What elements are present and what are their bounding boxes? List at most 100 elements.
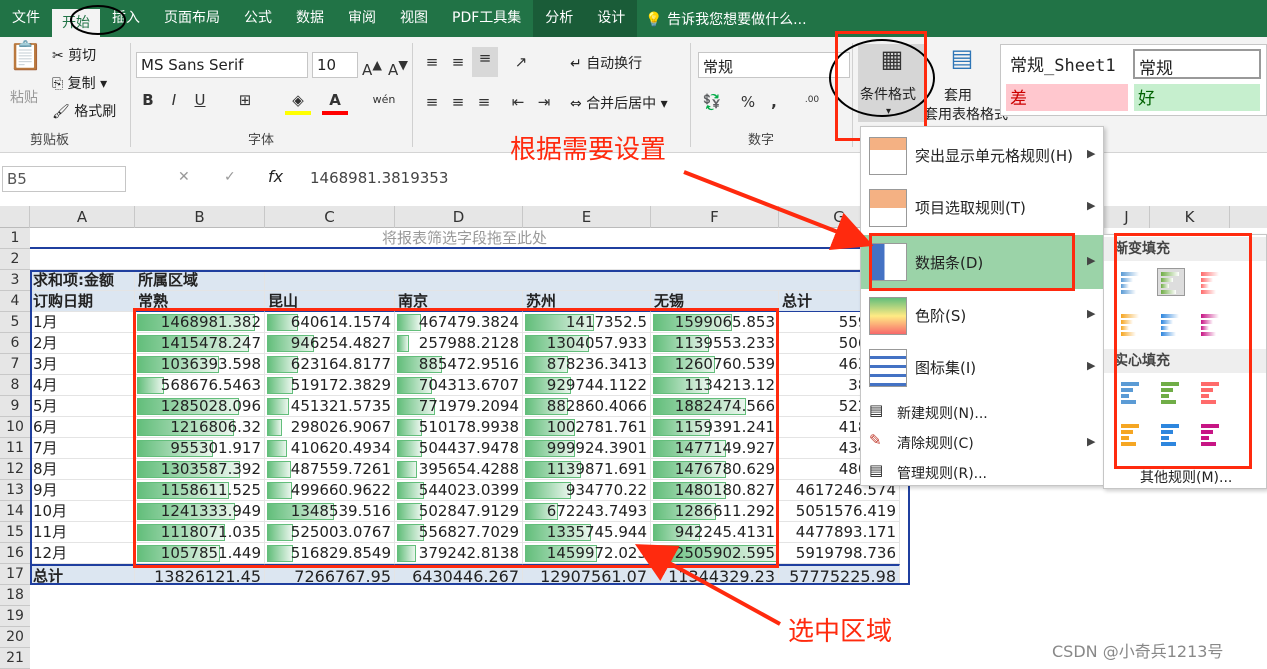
tab-data[interactable]: 数据	[284, 0, 336, 37]
col-header-j[interactable]: J	[1104, 206, 1150, 228]
data-cell[interactable]: 4477893.171	[779, 522, 900, 543]
borders-icon[interactable]: ⊞	[232, 89, 258, 111]
align-right-icon[interactable]: ≡	[474, 91, 494, 113]
row-header[interactable]: 18	[0, 585, 30, 606]
more-rules-link[interactable]: 其他规则(M)...	[1140, 467, 1232, 487]
align-top-icon[interactable]: ≡	[422, 51, 442, 73]
row-header[interactable]: 16	[0, 543, 30, 564]
row-header[interactable]: 17	[0, 564, 30, 585]
tab-analyze[interactable]: 分析	[533, 0, 586, 37]
menu-item-highlight-rules[interactable]: 突出显示单元格规则(H) ▶	[861, 131, 1103, 181]
wrap-text-button[interactable]: ↵ 自动换行	[570, 53, 642, 73]
total-cell[interactable]: 57775225.98	[779, 564, 900, 585]
orientation-icon[interactable]: ↗	[508, 51, 534, 73]
month-label[interactable]: 5月	[30, 396, 135, 417]
tab-design[interactable]: 设计	[585, 0, 638, 37]
align-middle-icon[interactable]: ≡	[448, 51, 468, 73]
row-header[interactable]: 20	[0, 627, 30, 648]
total-label[interactable]: 总计	[30, 564, 135, 585]
style-good[interactable]: 好	[1134, 84, 1260, 111]
align-center-icon[interactable]: ≡	[448, 91, 468, 113]
font-size-select[interactable]: 10	[312, 52, 358, 78]
month-label[interactable]: 6月	[30, 417, 135, 438]
col-header-c[interactable]: C	[265, 206, 395, 228]
month-label[interactable]: 12月	[30, 543, 135, 564]
month-label[interactable]: 11月	[30, 522, 135, 543]
comma-icon[interactable]: ,	[764, 91, 784, 113]
month-label[interactable]: 10月	[30, 501, 135, 522]
fill-color-icon[interactable]: ◈	[285, 89, 311, 115]
increase-indent-icon[interactable]: ⇥	[534, 91, 554, 113]
font-color-icon[interactable]: A	[322, 89, 348, 115]
row-header[interactable]: 9	[0, 396, 30, 417]
style-normal-sheet1[interactable]: 常规_Sheet1	[1010, 51, 1116, 76]
tab-review[interactable]: 审阅	[336, 0, 388, 37]
row-header[interactable]: 12	[0, 459, 30, 480]
percent-icon[interactable]: %	[738, 91, 758, 113]
select-all[interactable]	[0, 206, 30, 228]
row-header[interactable]: 2	[0, 249, 30, 270]
function-icon[interactable]: fx	[268, 167, 283, 186]
row-header[interactable]: 8	[0, 375, 30, 396]
empty-row[interactable]	[30, 249, 900, 270]
cancel-icon[interactable]: ✕	[178, 169, 190, 185]
menu-item-new-rule[interactable]: ▤ 新建规则(N)...	[861, 399, 1103, 425]
pivot-date-label[interactable]: 订购日期	[30, 291, 135, 312]
tab-pdf-tools[interactable]: PDF工具集	[440, 0, 533, 37]
pivot-sum-label[interactable]: 求和项:金额	[30, 270, 135, 291]
row-header[interactable]: 19	[0, 606, 30, 627]
enter-icon[interactable]: ✓	[224, 169, 236, 185]
copy-button[interactable]: ⎘ 复制 ▾	[52, 73, 107, 93]
row-header[interactable]: 7	[0, 354, 30, 375]
col-header-e[interactable]: E	[523, 206, 651, 228]
row-header[interactable]: 21	[0, 648, 30, 669]
increase-decimal-icon[interactable]: .00	[800, 89, 824, 111]
tab-formulas[interactable]: 公式	[232, 0, 284, 37]
col-header-d[interactable]: D	[395, 206, 523, 228]
tab-view[interactable]: 视图	[388, 0, 440, 37]
col-header-b[interactable]: B	[135, 206, 265, 228]
row-header[interactable]: 5	[0, 312, 30, 333]
month-label[interactable]: 1月	[30, 312, 135, 333]
bold-icon[interactable]: B	[140, 89, 156, 111]
merge-center-button[interactable]: ⇔ 合并后居中 ▾	[570, 93, 668, 113]
row-header[interactable]: 15	[0, 522, 30, 543]
month-label[interactable]: 4月	[30, 375, 135, 396]
menu-item-top-bottom[interactable]: 项目选取规则(T) ▶	[861, 183, 1103, 233]
menu-item-manage-rules[interactable]: ▤ 管理规则(R)...	[861, 459, 1103, 485]
tell-me-search[interactable]: 💡 告诉我您想要做什么...	[645, 9, 806, 29]
row-header[interactable]: 1	[0, 228, 30, 249]
table-format-label-1[interactable]: 套用	[944, 85, 972, 105]
data-cell[interactable]: 5051576.419	[779, 501, 900, 522]
name-box[interactable]: B5	[2, 166, 126, 192]
style-bad[interactable]: 差	[1006, 84, 1128, 111]
menu-item-clear-rules[interactable]: ✎ 清除规则(C) ▶	[861, 429, 1103, 455]
paste-button[interactable]: 粘贴	[10, 87, 38, 107]
phonetic-icon[interactable]: wén	[372, 89, 396, 111]
month-label[interactable]: 8月	[30, 459, 135, 480]
col-header-f[interactable]: F	[651, 206, 779, 228]
formula-input[interactable]: 1468981.3819353	[306, 166, 861, 192]
header-fill[interactable]	[265, 270, 900, 291]
align-left-icon[interactable]: ≡	[422, 91, 442, 113]
month-label[interactable]: 2月	[30, 333, 135, 354]
decrease-font-icon[interactable]: A▼	[388, 54, 408, 81]
col-header-a[interactable]: A	[30, 206, 135, 228]
paste-icon[interactable]: 📋	[8, 42, 43, 85]
tab-page-layout[interactable]: 页面布局	[152, 0, 232, 37]
row-header[interactable]: 11	[0, 438, 30, 459]
font-name-select[interactable]: MS Sans Serif	[136, 52, 308, 78]
month-label[interactable]: 9月	[30, 480, 135, 501]
cut-button[interactable]: ✂ 剪切	[52, 45, 96, 65]
underline-icon[interactable]: U	[192, 89, 208, 111]
row-header[interactable]: 13	[0, 480, 30, 501]
pivot-filter-hint[interactable]: 将报表筛选字段拖至此处	[30, 228, 900, 249]
tab-file[interactable]: 文件	[0, 0, 52, 37]
month-label[interactable]: 7月	[30, 438, 135, 459]
row-header[interactable]: 3	[0, 270, 30, 291]
table-format-icon[interactable]: ▤	[942, 46, 982, 83]
decrease-indent-icon[interactable]: ⇤	[508, 91, 528, 113]
italic-icon[interactable]: I	[166, 89, 182, 111]
format-painter-button[interactable]: 🖌 格式刷	[52, 101, 116, 121]
row-header[interactable]: 10	[0, 417, 30, 438]
